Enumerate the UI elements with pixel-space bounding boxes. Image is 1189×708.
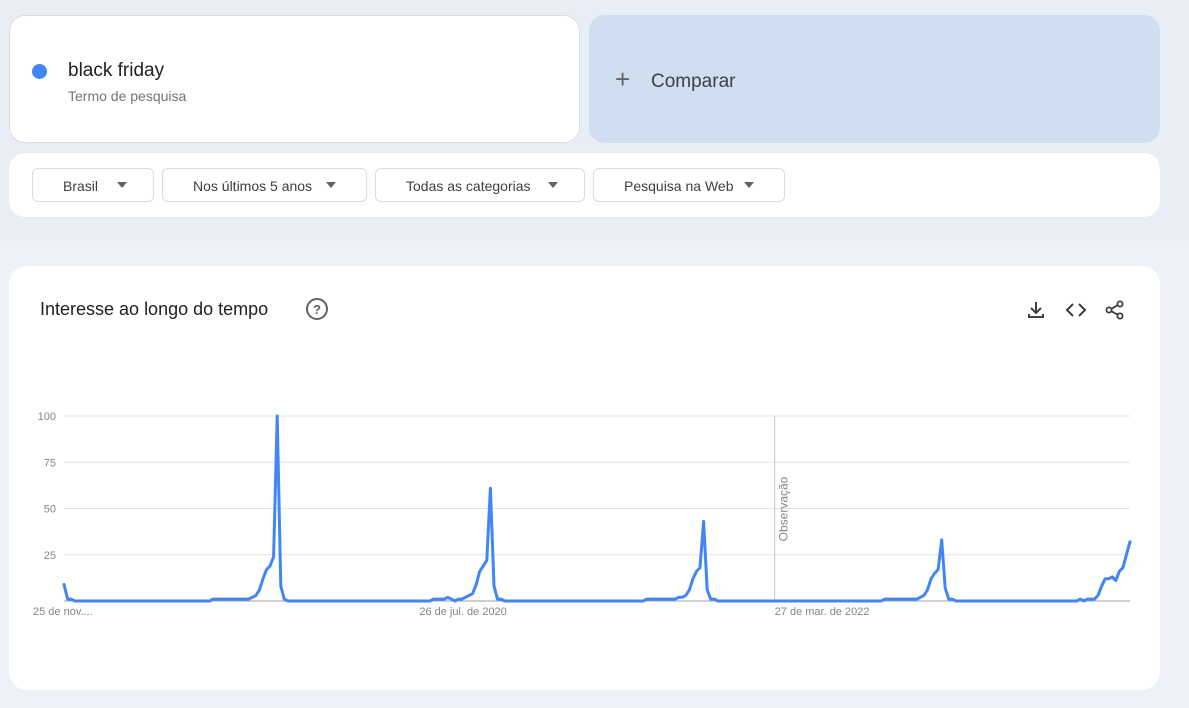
x-tick-label: 26 de jul. de 2020 [419, 606, 506, 618]
plus-icon: + [615, 64, 631, 94]
compare-button[interactable]: + Comparar [589, 15, 1160, 143]
search-term-card[interactable]: black friday Termo de pesquisa [9, 15, 580, 143]
filter-search-type[interactable]: Pesquisa na Web [593, 168, 785, 202]
filters-bar: Brasil Nos últimos 5 anos Todas as categ… [9, 153, 1160, 217]
x-tick-label: 25 de nov.... [33, 606, 93, 618]
line-chart: 100 75 50 25 25 de nov.... 26 de jul. de 2020… [33, 411, 1132, 618]
y-tick-label: 100 [38, 411, 56, 423]
chevron-down-icon [326, 182, 336, 188]
interest-over-time-card: Interesse ao longo do tempo ? 100 75 50 25 2… [9, 266, 1160, 690]
compare-label: Comparar [651, 71, 736, 92]
y-tick-label: 50 [44, 504, 56, 516]
filter-region[interactable]: Brasil [32, 168, 154, 202]
term-color-dot [32, 64, 47, 79]
annotation-label: Observação [777, 476, 791, 541]
filter-category-label: Todas as categorias [406, 178, 531, 194]
chevron-down-icon [548, 182, 558, 188]
search-term-type: Termo de pesquisa [68, 88, 187, 104]
chevron-down-icon [744, 182, 754, 188]
filter-search-type-label: Pesquisa na Web [624, 178, 734, 194]
filter-time-range[interactable]: Nos últimos 5 anos [162, 168, 367, 202]
filter-time-range-label: Nos últimos 5 anos [193, 178, 313, 194]
y-tick-label: 75 [44, 457, 56, 469]
filter-region-label: Brasil [63, 178, 99, 194]
y-tick-label: 25 [44, 550, 56, 562]
search-term-name: black friday [68, 60, 165, 81]
x-tick-label: 27 de mar. de 2022 [775, 606, 870, 618]
filter-category[interactable]: Todas as categorias [375, 168, 585, 202]
chevron-down-icon [117, 182, 127, 188]
